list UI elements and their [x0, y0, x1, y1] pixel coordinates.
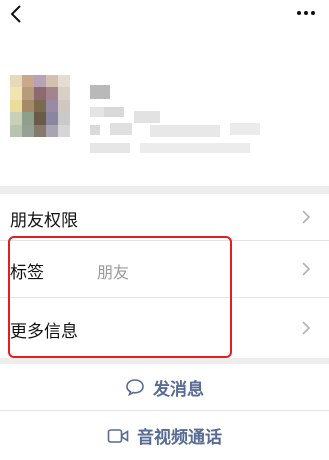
- row-label: 标签: [10, 263, 44, 283]
- av-call-button[interactable]: 音视频通话: [0, 411, 329, 460]
- chat-bubble-icon: [126, 379, 144, 396]
- send-message-label: 发消息: [153, 379, 204, 400]
- row-label: 更多信息: [10, 322, 78, 342]
- avatar[interactable]: [10, 75, 70, 137]
- row-value: 朋友: [97, 263, 130, 282]
- top-bar: [0, 0, 329, 40]
- av-call-label: 音视频通话: [137, 428, 222, 448]
- more-dots-icon[interactable]: [295, 6, 317, 20]
- row-tags[interactable]: 标签 朋友: [0, 241, 329, 297]
- chevron-left-icon[interactable]: [6, 2, 28, 28]
- chevron-right-icon: [302, 210, 311, 224]
- send-message-button[interactable]: 发消息: [0, 364, 329, 410]
- profile-card: [0, 40, 329, 186]
- chevron-right-icon: [302, 321, 311, 335]
- row-label: 朋友权限: [10, 211, 78, 231]
- video-call-icon: [107, 428, 129, 443]
- chevron-right-icon: [302, 262, 311, 276]
- row-friend-permissions[interactable]: 朋友权限: [0, 194, 329, 240]
- row-more-info[interactable]: 更多信息: [0, 298, 329, 358]
